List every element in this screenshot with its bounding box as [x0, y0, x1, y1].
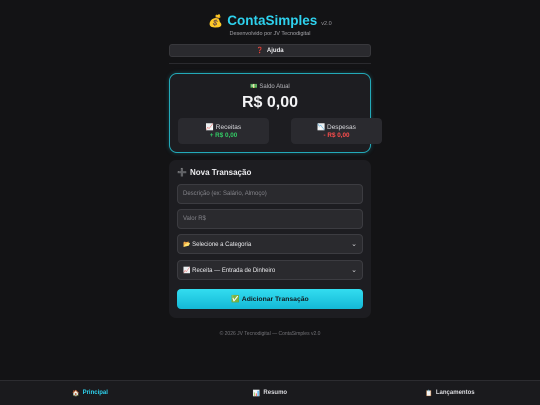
nav-item-label: Lançamentos [435, 390, 475, 396]
check-icon: ✅ [231, 296, 240, 303]
add-transaction-button[interactable]: ✅ Adicionar Transação [177, 289, 363, 309]
add-transaction-label: Adicionar Transação [241, 295, 309, 303]
chart-up-icon: 📈 [205, 124, 214, 131]
balance-value: R$ 0,00 [241, 94, 299, 111]
nav-item-lancamentos[interactable]: 📋 Lançamentos [360, 381, 540, 405]
new-transaction-card: ➕ Nova Transação Descrição (ex: Salário,… [169, 160, 371, 318]
nav-item-resumo[interactable]: 📊 Resumo [180, 381, 360, 405]
expense-label-text: Despesas [327, 124, 356, 131]
type-selected: 📈 Receita — Entrada de Dinheiro [183, 267, 276, 274]
app-header: 💰 ContaSimples v2.0 Desenvolvido por JV … [0, 13, 540, 37]
chart-down-icon: 📉 [317, 124, 326, 131]
category-selected: 📂 Selecione a Categoria [183, 241, 252, 248]
cash-icon: 💵 [250, 84, 258, 90]
nav-item-principal[interactable]: 🏠 Principal [0, 381, 180, 405]
expense-label: 📉 Despesas [291, 123, 382, 131]
income-summary: 📈 Receitas + R$ 0,00 [178, 118, 269, 144]
expense-value: - R$ 0,00 [323, 132, 350, 139]
expense-summary: 📉 Despesas - R$ 0,00 [291, 118, 382, 144]
home-icon: 🏠 [72, 390, 80, 397]
help-button-label: Ajuda [266, 47, 284, 54]
value-input[interactable]: Valor R$ [177, 209, 363, 229]
value-placeholder: Valor R$ [183, 216, 206, 222]
category-select[interactable]: 📂 Selecione a Categoria ⌄ [177, 234, 363, 254]
app-title: ContaSimples [227, 13, 318, 28]
bar-chart-icon: 📊 [252, 390, 261, 397]
description-input[interactable]: Descrição (ex: Salário, Almoço) [177, 184, 363, 204]
money-bag-icon: 💰 [208, 14, 224, 28]
type-select[interactable]: 📈 Receita — Entrada de Dinheiro ⌄ [177, 260, 363, 280]
income-label-text: Receitas [215, 124, 242, 131]
chevron-down-icon: ⌄ [351, 241, 357, 248]
help-button[interactable]: ❓ Ajuda [169, 44, 371, 57]
divider [169, 63, 371, 64]
chevron-down-icon: ⌄ [351, 267, 357, 274]
footer-copyright: © 2026 JV Tecnodigital — ContaSimples v2… [219, 331, 321, 337]
nav-item-label: Principal [82, 390, 108, 396]
nav-item-label: Resumo [263, 390, 288, 396]
income-value: + R$ 0,00 [209, 132, 238, 139]
plus-icon: ➕ [177, 168, 187, 177]
description-placeholder: Descrição (ex: Salário, Almoço) [183, 191, 267, 197]
balance-label: 💵 Saldo Atual [170, 83, 370, 90]
clipboard-icon: 📋 [425, 390, 433, 397]
bottom-nav: 🏠 Principal 📊 Resumo 📋 Lançamentos [0, 380, 540, 405]
balance-label-text: Saldo Atual [259, 84, 290, 90]
app-version: v2.0 [321, 21, 332, 27]
question-icon: ❓ [256, 48, 264, 54]
income-label: 📈 Receitas [178, 123, 269, 131]
app-subtitle: Desenvolvido por JV Tecnodigital [229, 31, 311, 37]
form-title: ➕ Nova Transação [177, 168, 251, 177]
balance-card: 💵 Saldo Atual R$ 0,00 📈 Receitas + R$ 0,… [169, 73, 382, 153]
form-title-text: Nova Transação [189, 168, 252, 177]
